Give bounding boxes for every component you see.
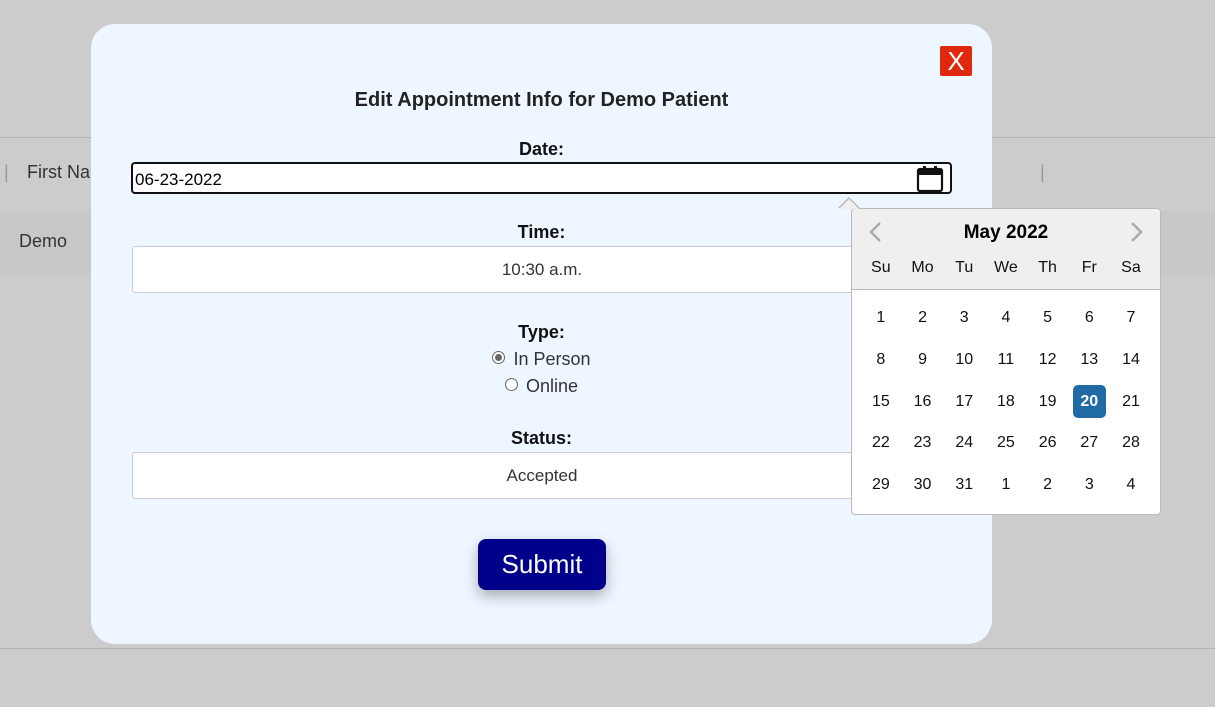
modal-title: Edit Appointment Info for Demo Patient [354,89,729,111]
day-cell[interactable]: 15 [864,385,897,418]
column-separator: | [1040,162,1045,182]
datepicker-pointer-inner [839,199,859,209]
day-cell[interactable]: 7 [1114,301,1147,334]
day-cell[interactable]: 26 [1031,426,1064,459]
day-cell[interactable]: 25 [989,426,1022,459]
day-cell[interactable]: 2 [906,301,939,334]
date-label: Date: [518,139,564,159]
day-cell[interactable]: 2 [1031,468,1064,501]
day-cell[interactable]: 11 [989,343,1022,376]
table-cell-first-name: Demo [19,231,68,251]
day-cell[interactable]: 9 [906,343,939,376]
day-cell[interactable]: 1 [989,468,1022,501]
datepicker-header: May 2022 Su Mo Tu We Th Fr Sa [852,209,1160,290]
day-cell[interactable]: 17 [948,385,981,418]
status-field[interactable]: Accepted [132,452,952,499]
datepicker-month-label: May 2022 [963,222,1049,243]
day-cell[interactable]: 6 [1073,301,1106,334]
day-cell[interactable]: 14 [1114,343,1147,376]
date-input-value: 06-23-2022 [135,170,222,189]
weekday-label: Tu [955,259,974,276]
radio-online-label: Online [525,376,579,396]
submit-button[interactable]: Submit [478,539,606,590]
bg-divider-bottom [0,648,1215,649]
day-cell[interactable]: 4 [989,301,1022,334]
radio-online[interactable] [504,378,518,391]
day-cell[interactable]: 16 [906,385,939,418]
date-input[interactable]: 06-23-2022 [131,162,952,194]
weekday-label: Th [1038,259,1057,276]
weekday-label: Su [871,259,891,276]
weekday-label: Fr [1081,259,1097,276]
column-separator: | [4,162,9,182]
weekday-label: Sa [1121,259,1141,276]
radio-in-person-label: In Person [513,349,591,369]
day-cell[interactable]: 5 [1031,301,1064,334]
week-row: 1 2 3 4 5 6 7 [860,301,1152,343]
day-cell[interactable]: 1 [864,301,897,334]
chevron-right-icon[interactable] [1126,220,1146,244]
weekday-header-row: Su Mo Tu We Th Fr Sa [860,259,1152,277]
week-row: 15 16 17 18 19 20 21 [860,384,1152,427]
day-cell[interactable]: 4 [1114,468,1147,501]
day-cell[interactable]: 28 [1114,426,1147,459]
day-cell[interactable]: 3 [948,301,981,334]
time-field[interactable]: 10:30 a.m. [132,246,952,293]
day-cell[interactable]: 24 [948,426,981,459]
day-cell[interactable]: 30 [906,468,939,501]
day-cell[interactable]: 3 [1073,468,1106,501]
week-row: 8 9 10 11 12 13 14 [860,343,1152,385]
weekday-label: We [994,259,1018,276]
day-cell[interactable]: 21 [1114,385,1147,418]
day-cell[interactable]: 13 [1073,343,1106,376]
day-cell[interactable]: 18 [989,385,1022,418]
day-cell[interactable]: 12 [1031,343,1064,376]
day-cell[interactable]: 22 [864,426,897,459]
datepicker-days: 1 2 3 4 5 6 7 8 9 10 11 12 13 14 15 16 1… [860,301,1152,510]
column-header-first-name[interactable]: First Na [27,162,90,183]
radio-in-person[interactable] [492,351,506,364]
day-cell[interactable]: 23 [906,426,939,459]
day-cell[interactable]: 19 [1031,385,1064,418]
week-row: 29 30 31 1 2 3 4 [860,468,1152,510]
day-cell[interactable]: 29 [864,468,897,501]
day-cell[interactable]: 27 [1073,426,1106,459]
day-cell[interactable]: 8 [864,343,897,376]
weekday-label: Mo [911,259,934,276]
day-cell[interactable]: 20 [1072,384,1106,418]
datepicker: May 2022 Su Mo Tu We Th Fr Sa 1 2 3 4 5 … [851,208,1161,515]
calendar-icon[interactable] [916,165,944,193]
close-button[interactable]: X [940,46,972,76]
day-cell[interactable]: 10 [948,343,981,376]
week-row: 22 23 24 25 26 27 28 [860,426,1152,468]
day-cell[interactable]: 31 [948,468,981,501]
